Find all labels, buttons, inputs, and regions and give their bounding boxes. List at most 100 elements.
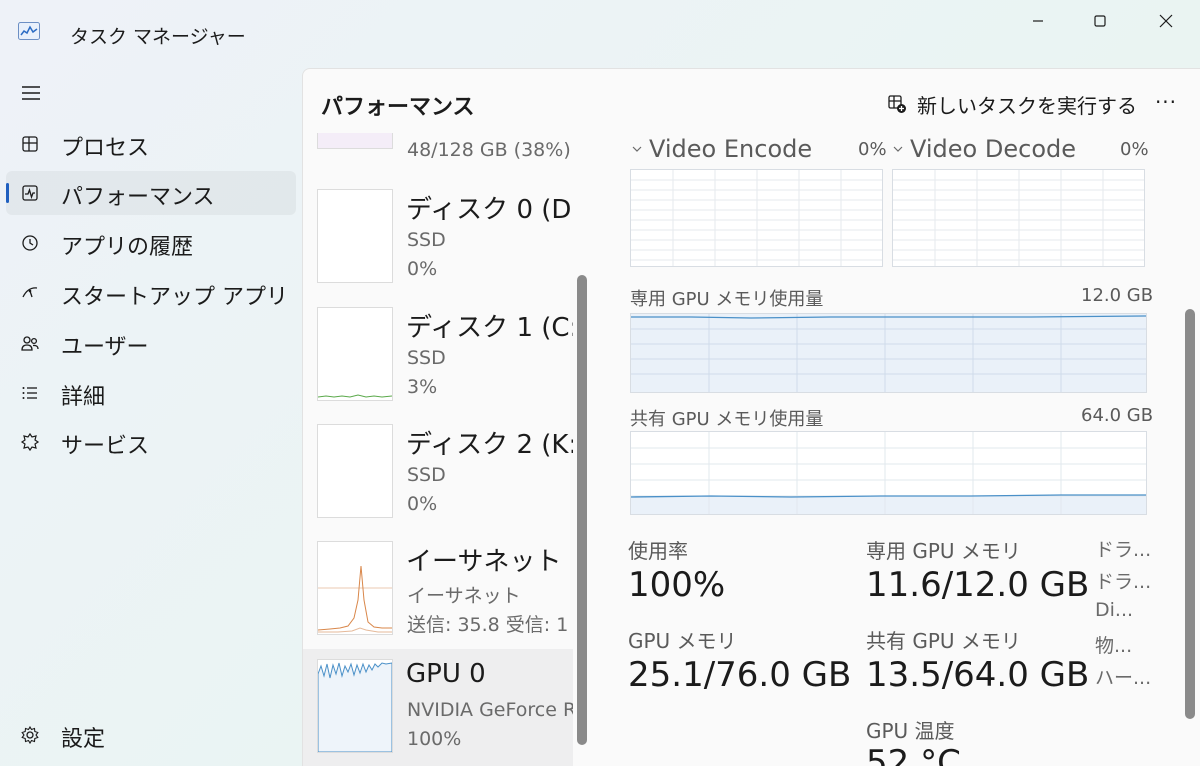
sidebar-item-services[interactable]: サービス — [6, 420, 296, 464]
disk-1-thumbnail — [317, 307, 393, 401]
disk-2-usage: 0% — [407, 493, 438, 515]
ethernet-rate: 送信: 35.8 受信: 1 — [407, 614, 569, 636]
disk-2-thumbnail — [317, 424, 393, 518]
sidebar-item-label: プロセス — [61, 136, 150, 161]
chevron-down-icon[interactable] — [631, 143, 643, 155]
dedicated-memory-graph-label: 専用 GPU メモリ使用量 — [630, 289, 824, 310]
disk-0-thumbnail — [317, 189, 393, 283]
minimize-icon — [1033, 20, 1043, 22]
video-decode-label: Video Decode — [910, 135, 1076, 163]
perf-item-ethernet[interactable]: イーサネット イーサネット 送信: 35.8 受信: 1 — [303, 541, 573, 659]
sidebar-item-processes[interactable]: プロセス — [6, 122, 296, 166]
performance-list: 48/128 GB (38%) ディスク 0 (D:) SSD 0% ディスク … — [303, 133, 573, 766]
new-task-icon — [888, 95, 906, 113]
details-icon — [22, 387, 37, 399]
shared-memory-graph-label: 共有 GPU メモリ使用量 — [630, 409, 824, 430]
video-encode-value: 0% — [858, 139, 887, 160]
shared-memory-graph — [630, 431, 1147, 515]
perf-item-disk-2[interactable]: ディスク 2 (K:) SSD 0% — [303, 424, 573, 542]
main-panel: パフォーマンス 新しいタスクを実行する ··· 48/128 GB (38%) … — [302, 68, 1200, 766]
task-manager-icon — [18, 22, 40, 40]
processes-icon — [22, 136, 38, 152]
physical-location-label: 物... — [1095, 635, 1133, 657]
memory-usage: 48/128 GB (38%) — [407, 139, 571, 161]
chevron-down-icon[interactable] — [892, 143, 904, 155]
disk-1-name: ディスク 1 (C:) — [406, 313, 573, 343]
driver-version-label: ドラ... — [1095, 539, 1152, 561]
new-task-button[interactable]: 新しいタスクを実行する — [887, 89, 1137, 119]
close-button[interactable] — [1136, 6, 1196, 36]
memory-thumbnail — [317, 133, 393, 149]
sidebar: プロセス パフォーマンス アプリの履歴 スタートアップ アプリ ユーザー 詳細 … — [0, 66, 300, 766]
usage-label: 使用率 — [628, 539, 688, 563]
disk-0-type: SSD — [407, 229, 446, 251]
gpu-memory-label: GPU メモリ — [628, 629, 737, 653]
usage-value: 100% — [628, 565, 726, 605]
gpu-0-model: NVIDIA GeForce R — [407, 699, 573, 721]
more-icon: ··· — [1154, 90, 1178, 114]
disk-2-name: ディスク 2 (K:) — [406, 430, 573, 460]
disk-1-type: SSD — [407, 347, 446, 369]
detail-scrollbar[interactable] — [1185, 309, 1195, 719]
performance-icon — [22, 185, 38, 201]
perf-item-memory[interactable]: 48/128 GB (38%) — [303, 133, 573, 161]
gpu-temperature-value: 52 °C — [866, 743, 961, 766]
sidebar-item-app-history[interactable]: アプリの履歴 — [6, 221, 296, 265]
directx-version-label: Di... — [1095, 599, 1134, 621]
maximize-icon — [1094, 15, 1106, 27]
startup-icon — [22, 287, 38, 298]
video-encode-graph — [630, 169, 883, 267]
new-task-label: 新しいタスクを実行する — [917, 93, 1137, 118]
sidebar-item-settings[interactable]: 設定 — [6, 713, 296, 757]
history-icon — [22, 235, 38, 251]
list-scrollbar[interactable] — [577, 275, 587, 745]
ethernet-name: イーサネット — [406, 547, 562, 577]
users-icon — [21, 336, 39, 351]
gear-icon — [21, 725, 39, 745]
dedicated-memory-graph — [630, 313, 1147, 393]
disk-1-usage: 3% — [407, 376, 438, 398]
sidebar-item-details[interactable]: 詳細 — [6, 371, 296, 415]
shared-memory-graph-max: 64.0 GB — [1081, 405, 1154, 426]
disk-0-usage: 0% — [407, 258, 438, 280]
window-title: タスク マネージャー — [70, 26, 246, 48]
video-decode-graph — [892, 169, 1145, 267]
shared-memory-label: 共有 GPU メモリ — [866, 629, 1021, 653]
disk-0-name: ディスク 0 (D:) — [406, 195, 573, 225]
sidebar-item-users[interactable]: ユーザー — [6, 321, 296, 365]
active-indicator — [6, 183, 9, 203]
more-options-button[interactable]: ··· — [1151, 87, 1181, 117]
services-icon — [20, 432, 40, 452]
perf-item-disk-1[interactable]: ディスク 1 (C:) SSD 3% — [303, 307, 573, 425]
dedicated-memory-label: 専用 GPU メモリ — [866, 539, 1021, 563]
title-bar: タスク マネージャー — [0, 0, 1200, 66]
dedicated-memory-graph-max: 12.0 GB — [1081, 285, 1154, 306]
gpu-0-name: GPU 0 — [406, 659, 486, 689]
minimize-button[interactable] — [1008, 6, 1068, 36]
gpu-detail-panel: Video Encode 0% Video Decode 0% 専用 GPU メ… — [593, 133, 1200, 766]
sidebar-item-label: サービス — [61, 434, 150, 459]
dedicated-memory-value: 11.6/12.0 GB — [866, 565, 1090, 605]
video-decode-value: 0% — [1120, 139, 1149, 160]
sidebar-item-performance[interactable]: パフォーマンス — [6, 171, 296, 215]
close-icon — [1159, 14, 1173, 28]
gpu-memory-value: 25.1/76.0 GB — [628, 655, 852, 695]
hamburger-menu-button[interactable] — [20, 84, 42, 102]
maximize-button[interactable] — [1070, 6, 1130, 36]
page-title: パフォーマンス — [321, 95, 475, 120]
sidebar-item-label: スタートアップ アプリ — [61, 285, 288, 310]
perf-item-gpu-0[interactable]: GPU 0 NVIDIA GeForce R 100% — [303, 649, 573, 766]
shared-memory-value: 13.5/64.0 GB — [866, 655, 1090, 695]
hamburger-icon — [22, 86, 40, 100]
gpu-0-thumbnail — [317, 659, 393, 753]
sidebar-item-startup-apps[interactable]: スタートアップ アプリ — [6, 271, 296, 315]
settings-label: 設定 — [61, 727, 106, 752]
sidebar-item-label: パフォーマンス — [61, 185, 215, 210]
sidebar-item-label: ユーザー — [61, 335, 149, 360]
sidebar-item-label: 詳細 — [61, 385, 106, 410]
ethernet-adapter: イーサネット — [407, 585, 521, 607]
gpu-0-usage: 100% — [407, 728, 462, 750]
perf-item-disk-0[interactable]: ディスク 0 (D:) SSD 0% — [303, 189, 573, 307]
disk-2-type: SSD — [407, 464, 446, 486]
hardware-reserved-label: ハー... — [1095, 667, 1152, 689]
